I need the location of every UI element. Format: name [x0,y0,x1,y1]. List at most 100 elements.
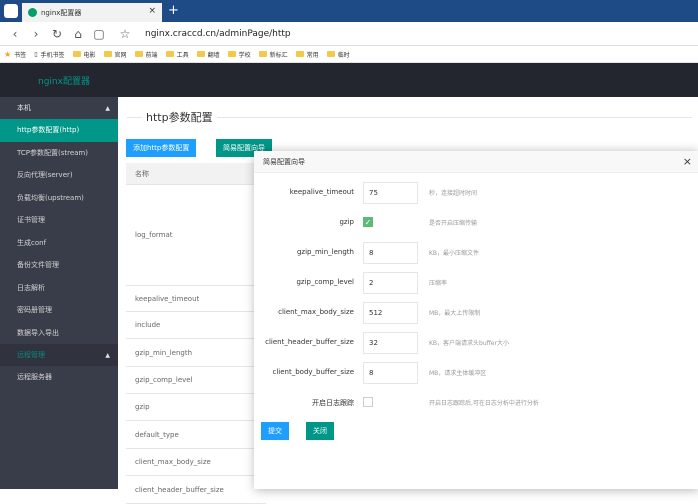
sidebar-item-import-export[interactable]: 数据导入导出 [0,322,118,345]
new-tab-button[interactable]: + [168,3,179,18]
table-header-name: 名称 [126,163,266,185]
forward-icon[interactable]: › [30,27,42,41]
mobile-icon: ▯ [34,50,38,58]
bookmark-folder[interactable]: 学校 [227,50,251,59]
field-label: gzip_min_length [296,248,354,256]
folder-icon [165,51,174,57]
submit-button[interactable]: 提交 [261,422,289,440]
field-label: gzip_comp_level [296,278,354,286]
field-hint: 秒，连接超时时间 [429,190,478,197]
folder-icon [326,51,335,57]
back-icon[interactable]: ‹ [9,27,21,41]
folder-icon [103,51,112,57]
dialog-close-icon[interactable]: × [683,155,692,168]
reader-icon[interactable]: ▢ [93,27,105,41]
field-hint: KB，最小压缩文件 [429,250,480,257]
sidebar-item-server[interactable]: 反向代理(server) [0,164,118,187]
field-hint: 开启日志跟踪后,可在日志分析中进行分析 [429,400,539,407]
bookmark-folder[interactable]: 电影 [72,50,96,59]
folder-icon [134,51,143,57]
params-table: 名称 log_format keepalive_timeout include … [126,163,266,504]
folder-icon [258,51,267,57]
sidebar-item-backup[interactable]: 备份文件管理 [0,254,118,277]
table-row: gzip_min_length [126,339,266,367]
field-label: client_header_buffer_size [265,338,354,346]
address-bar-row: ‹ › ↻ ⌂ ▢ ☆ nginx.craccd.cn/adminPage/ht… [0,22,698,46]
sidebar-item-upstream[interactable]: 负载均衡(upstream) [0,187,118,210]
field-hint: 是否开启压缩传输 [429,220,478,227]
close-button[interactable]: 关闭 [306,422,334,440]
client-header-buffer-size-input[interactable]: 32 [363,332,418,354]
client-max-body-size-input[interactable]: 512 [363,302,418,324]
bookmark-folder[interactable]: 常用 [295,50,319,59]
bookmark-folder[interactable]: 前端 [134,50,158,59]
wizard-dialog: 简易配置向导 × keepalive_timeout 75 秒，连接超时时间 g… [254,151,698,489]
field-row-keepalive: keepalive_timeout 75 秒，连接超时时间 [254,182,698,204]
bookmark-folder[interactable]: 翻墙 [196,50,220,59]
sidebar-item-password[interactable]: 密码册管理 [0,299,118,322]
field-row-client-header-buffer: client_header_buffer_size 32 KB，客户端请求头bu… [254,332,698,354]
tab-close-icon[interactable]: × [148,6,156,16]
field-row-gzip: gzip ✓ 是否开启压缩传输 [254,212,698,234]
app-brand[interactable]: nginx配置器 [38,74,90,87]
bookmark-item[interactable]: ▯ 手机书签 [34,50,64,59]
bookmark-folder[interactable]: 新标汇 [258,50,288,59]
sidebar-item-stream[interactable]: TCP参数配置(stream) [0,142,118,165]
tab-title: nginx配置器 [41,8,82,17]
table-row: keepalive_timeout [126,286,266,312]
collapse-arrow-icon: ▲ [105,351,110,359]
sidebar-group-remote[interactable]: 远程管理 ▲ [0,344,118,366]
star-icon[interactable]: ☆ [119,27,131,41]
sidebar-item-log[interactable]: 日志解析 [0,277,118,300]
bookmark-star-icon: ★ [4,49,12,59]
field-hint: KB，客户端请求头buffer大小 [429,340,509,347]
bookmark-item[interactable]: ★ 书签 [4,50,26,59]
browser-logo-icon [4,4,18,18]
field-label: 开启日志跟踪 [312,399,354,407]
table-row: gzip_comp_level [126,367,266,394]
folder-icon [196,51,205,57]
sidebar-group-local[interactable]: 本机 ▲ [0,97,118,119]
keepalive-timeout-input[interactable]: 75 [363,182,418,204]
check-icon: ✓ [364,218,372,227]
nginx-favicon-icon [28,8,37,17]
table-row: include [126,312,266,339]
gzip-checkbox[interactable]: ✓ [363,217,373,227]
collapse-arrow-icon: ▲ [105,104,110,112]
sidebar-item-conf[interactable]: 生成conf [0,232,118,255]
table-row: client_max_body_size [126,449,266,476]
add-http-param-button[interactable]: 添加http参数配置 [126,139,197,157]
gzip-min-length-input[interactable]: 8 [363,242,418,264]
field-hint: 压缩率 [429,280,448,287]
field-label: client_max_body_size [278,308,354,316]
field-label: keepalive_timeout [289,188,354,196]
client-body-buffer-size-input[interactable]: 8 [363,362,418,384]
app-header: nginx配置器 [0,63,698,97]
bookmark-folder[interactable]: 官网 [103,50,127,59]
address-input[interactable]: nginx.craccd.cn/adminPage/http [145,29,291,39]
log-tracking-checkbox[interactable] [363,397,373,407]
browser-tab[interactable]: nginx配置器 × [22,3,162,22]
table-row: log_format [126,185,266,286]
folder-icon [72,51,81,57]
field-label: gzip [339,218,354,226]
table-row: client_header_buffer_size [126,476,266,504]
home-icon[interactable]: ⌂ [72,27,84,41]
bookmark-folder[interactable]: 临时 [326,50,350,59]
sidebar-item-http[interactable]: http参数配置(http) [0,119,118,142]
bookmark-folder[interactable]: 工具 [165,50,189,59]
field-hint: MB，最大上传限制 [429,310,481,317]
refresh-icon[interactable]: ↻ [51,27,63,41]
folder-icon [295,51,304,57]
field-row-log-tracking: 开启日志跟踪 开启日志跟踪后,可在日志分析中进行分析 [254,392,698,414]
gzip-comp-level-input[interactable]: 2 [363,272,418,294]
field-label: client_body_buffer_size [272,368,355,376]
sidebar-item-cert[interactable]: 证书管理 [0,209,118,232]
sidebar-item-remote-server[interactable]: 远程服务器 [0,366,118,389]
page-title: http参数配置 [142,109,217,125]
bookmarks-bar: ★ 书签 ▯ 手机书签 电影 官网 前端 工具 翻墙 学校 新标汇 常用 临时 [0,46,698,63]
dialog-title: 简易配置向导 [254,151,698,173]
field-row-gzip-comp-level: gzip_comp_level 2 压缩率 [254,272,698,294]
folder-icon [227,51,236,57]
sidebar: 本机 ▲ http参数配置(http) TCP参数配置(stream) 反向代理(… [0,97,118,489]
